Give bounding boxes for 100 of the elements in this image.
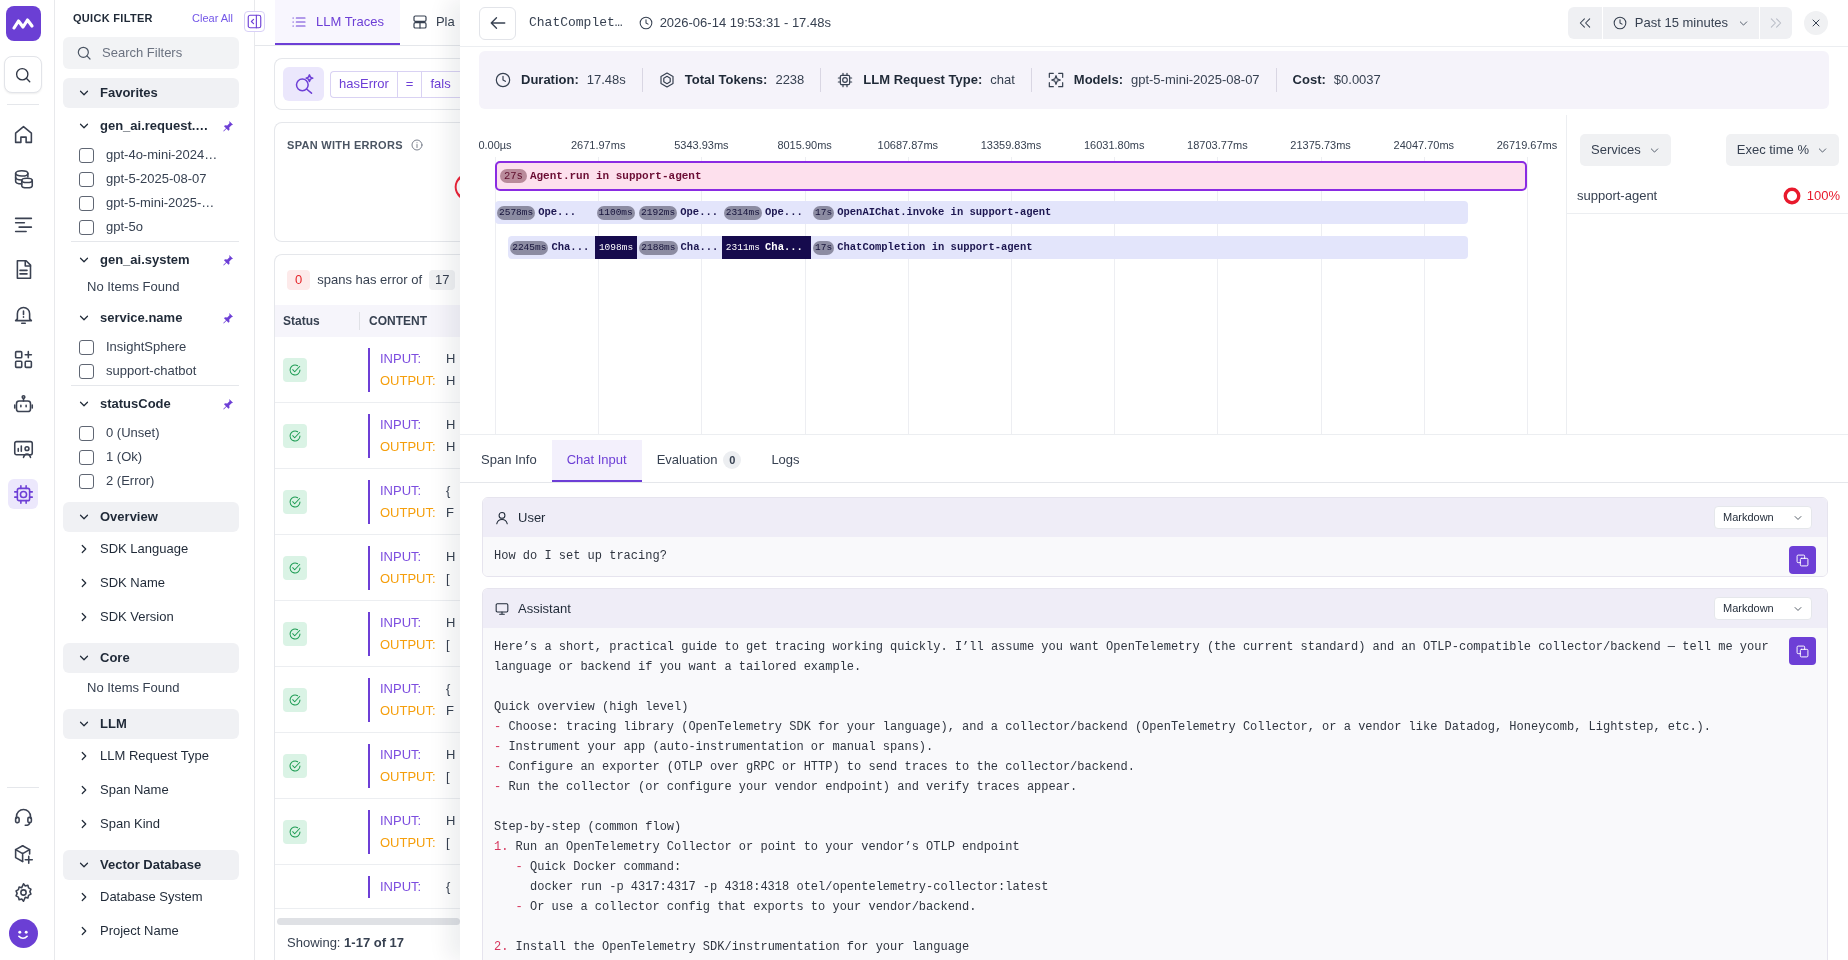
filter-section-toggle[interactable]: Database System [63, 880, 239, 914]
checkbox[interactable] [79, 171, 94, 187]
clear-all-link[interactable]: Clear All [192, 9, 233, 27]
filter-section-toggle[interactable]: Project Name [63, 914, 239, 948]
checkbox[interactable] [79, 425, 94, 441]
filter-section-toggle[interactable]: LLM Request Type [63, 739, 239, 773]
filter-section-toggle[interactable]: service.name [63, 303, 222, 333]
filter-section-toggle[interactable]: Span Kind [63, 807, 239, 841]
logo-icon[interactable] [5, 6, 41, 41]
cube-plus-icon [12, 843, 34, 865]
copy-button[interactable] [1789, 546, 1816, 574]
filter-section-toggle[interactable]: SDK Version [63, 600, 239, 634]
output-preview: [ [446, 834, 450, 853]
sparkle-frame-icon [1047, 72, 1064, 88]
duration-text: 2311ms [724, 240, 762, 255]
checkbox[interactable] [79, 195, 94, 211]
tab[interactable]: Evaluation 0 [641, 440, 757, 482]
option-label[interactable]: support-chatbot [106, 361, 197, 381]
summary-label: Cost: [1292, 71, 1326, 90]
monitor-icon [495, 601, 509, 616]
search-button[interactable] [4, 56, 42, 93]
option-label[interactable]: gpt-5-2025-08-07 [106, 169, 207, 189]
span-label: OpenAIChat.invoke in support-agent [837, 204, 1052, 220]
tab[interactable]: Pla [399, 0, 455, 45]
list-marker: - [494, 720, 502, 734]
duration-badge: 2192ms [639, 205, 678, 220]
list-item-text: Install the OpenTelemetry SDK/instrumentation for your language [515, 940, 970, 954]
span-bar[interactable]: 27s Agent.run in support-agent [495, 161, 1527, 191]
collapse-panel-button[interactable] [244, 11, 265, 32]
filter-dropdown[interactable]: Services [1580, 134, 1671, 166]
filter-section-toggle[interactable]: SDK Language [63, 532, 239, 566]
pin-icon[interactable] [222, 312, 234, 324]
option-label[interactable]: gpt-4o-mini-2024… [106, 145, 218, 165]
query-operator[interactable]: = [397, 71, 423, 97]
ai-search-button[interactable] [283, 67, 324, 101]
duration-badge: 2245ms [510, 240, 549, 255]
close-icon [1812, 19, 1820, 27]
filter-group-header[interactable]: Favorites [63, 78, 239, 108]
info-icon[interactable] [410, 139, 423, 152]
filter-section-toggle[interactable]: gen_ai.request.… [63, 111, 222, 141]
list-marker: - [515, 900, 523, 914]
pin-icon[interactable] [222, 254, 234, 266]
filter-section-toggle[interactable]: gen_ai.system [63, 245, 222, 275]
filter-section-toggle[interactable]: Span Name [63, 773, 239, 807]
tab[interactable]: Chat Input [551, 440, 642, 482]
search-field[interactable]: Search Filters [63, 37, 239, 69]
avatar-icon[interactable] [8, 919, 38, 948]
option-label[interactable]: 0 (Unset) [106, 423, 160, 443]
output-preview: [ [446, 570, 450, 589]
back-button[interactable] [479, 6, 516, 40]
search-input[interactable]: Search Filters [102, 43, 229, 63]
query-value[interactable]: fals [422, 71, 451, 97]
span-bar[interactable]: 2192ms Ope... [637, 201, 722, 224]
filter-section-toggle[interactable]: statusCode [63, 389, 222, 419]
filter-group-header[interactable]: LLM [63, 709, 239, 739]
pin-icon[interactable] [222, 398, 234, 410]
horizontal-scrollbar[interactable] [277, 918, 460, 925]
format-select[interactable]: Markdown [1714, 597, 1812, 620]
span-title: ChatComplet… [529, 14, 623, 33]
checkbox[interactable] [79, 473, 94, 489]
copy-button[interactable] [1789, 637, 1816, 665]
previous-range-button[interactable] [1567, 7, 1602, 39]
checkbox[interactable] [79, 339, 94, 355]
filter-group-header[interactable]: Vector Database [63, 850, 239, 880]
span-bar[interactable]: 17s OpenAIChat.invoke in support-agent [811, 201, 1468, 224]
time-range-dropdown[interactable]: Past 15 minutes [1602, 7, 1759, 39]
nav-button[interactable] [8, 479, 38, 509]
filter-group-header[interactable]: Overview [63, 502, 239, 532]
span-bar[interactable]: 2311ms Cha... [721, 236, 812, 259]
span-bar[interactable]: 2245ms Cha... [508, 236, 595, 259]
duration-badge: 27s [500, 169, 527, 183]
option-label[interactable]: gpt-5-mini-2025-… [106, 193, 215, 213]
tab[interactable]: Logs [756, 440, 815, 482]
checkbox[interactable] [79, 147, 94, 163]
checkbox[interactable] [79, 363, 94, 379]
span-label: Cha... [765, 239, 803, 255]
input-preview: { [446, 878, 451, 897]
span-bar[interactable]: 2314ms Ope... [721, 201, 812, 224]
checkbox[interactable] [79, 219, 94, 235]
option-label[interactable]: gpt-5o [106, 217, 143, 237]
span-bar[interactable]: 2188ms Cha... [637, 236, 722, 259]
option-label[interactable]: InsightSphere [106, 337, 187, 357]
input-preview: H [446, 614, 456, 633]
query-filter-chip[interactable]: hasError = fals [330, 70, 460, 98]
total-count-badge: 17 [429, 270, 456, 290]
tab[interactable]: LLM Traces [275, 0, 400, 45]
span-bar[interactable]: 17s ChatCompletion in support-agent [811, 236, 1468, 259]
option-label[interactable]: 1 (Ok) [106, 447, 143, 467]
filter-group-header[interactable]: Core [63, 643, 239, 673]
pin-icon[interactable] [222, 120, 234, 132]
query-field[interactable]: hasError [331, 71, 398, 97]
filter-section-toggle[interactable]: SDK Name [63, 566, 239, 600]
close-button[interactable] [1804, 11, 1828, 35]
span-bar[interactable]: 2578ms Ope... [495, 201, 595, 224]
span-label: Ope... [680, 204, 719, 220]
tab[interactable]: Span Info [466, 440, 552, 482]
checkbox[interactable] [79, 449, 94, 465]
format-select[interactable]: Markdown [1714, 506, 1812, 529]
option-label[interactable]: 2 (Error) [106, 471, 155, 491]
filter-dropdown[interactable]: Exec time % [1725, 134, 1839, 166]
